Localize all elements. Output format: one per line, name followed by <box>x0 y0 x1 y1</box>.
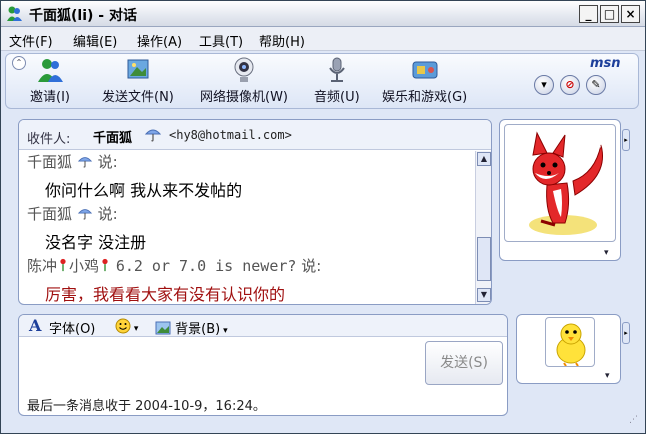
to-bar: 收件人: 千面狐 <hy8@hotmail.com> <box>19 120 491 150</box>
maximize-button[interactable]: □ <box>600 5 619 23</box>
scroll-up-button[interactable]: ▲ <box>477 152 491 166</box>
webcam-icon <box>234 57 254 82</box>
message-text: 没名字 没注册 <box>45 233 147 252</box>
msn-logo: msn <box>590 56 621 71</box>
umbrella-emoticon-icon <box>77 157 92 168</box>
message-speaker: 千面狐 说: <box>27 203 118 224</box>
background-label: 背景(B) <box>175 322 221 337</box>
to-name: 千面狐 <box>93 131 133 146</box>
webcam-button[interactable]: 网络摄像机(W) <box>200 56 288 105</box>
says-label: 说: <box>301 257 322 275</box>
minimize-button[interactable]: _ <box>579 5 598 23</box>
font-icon[interactable]: A <box>29 316 41 335</box>
rose-emoticon-icon <box>102 258 108 272</box>
chevron-down-icon: ▾ <box>220 326 228 336</box>
font-button[interactable]: 字体(O) <box>49 318 95 337</box>
chevron-down-icon: ▾ <box>131 324 139 334</box>
msn-buddy-icon <box>7 6 22 21</box>
status-text: 最后一条消息收于 2004-10-9，16:24。 <box>27 399 266 414</box>
toolbar-dropdown-button[interactable]: ▾ <box>534 75 554 95</box>
speaker-name-part: 6.2 or 7.0 is newer? <box>115 257 297 275</box>
smiley-icon <box>115 318 131 334</box>
invite-label: 邀请(I) <box>30 90 70 105</box>
games-icon <box>412 61 438 79</box>
collapse-my-avatar-arrow[interactable]: ▸ <box>622 322 630 344</box>
umbrella-emoticon-icon <box>77 209 92 220</box>
games-button[interactable]: 娱乐和游戏(G) <box>382 56 467 105</box>
speaker-name: 陈冲 <box>27 257 58 275</box>
menu-bar: 文件(F) 编辑(E) 操作(A) 工具(T) 帮助(H) <box>1 27 645 51</box>
speaker-name: 千面狐 <box>27 205 73 223</box>
contact-avatar[interactable] <box>504 124 616 242</box>
menu-actions[interactable]: 操作(A) <box>137 31 182 50</box>
rose-emoticon-icon <box>60 258 66 272</box>
menu-help[interactable]: 帮助(H) <box>259 31 305 50</box>
conversation-panel: 收件人: 千面狐 <hy8@hotmail.com> 千面狐 说: 你问什么啊 … <box>18 119 492 305</box>
contact-avatar-panel: ▾ <box>499 119 621 261</box>
toolbar: ⌃ 邀请(I) 发送文件(N) 网络摄像机(W) 音频(U) 娱乐和游戏(G) … <box>5 53 639 109</box>
message-text: 你问什么啊 我从来不发帖的 <box>45 181 243 200</box>
message-speaker: 陈冲 小鸡 6.2 or 7.0 is newer? 说: <box>27 255 321 276</box>
background-picture-icon <box>155 321 171 335</box>
send-file-icon <box>127 59 149 79</box>
block-button[interactable]: ⊘ <box>560 75 580 95</box>
compose-panel: A 字体(O) ▾ 背景(B) ▾ 发送(S) 最后一条消息收于 2004-10… <box>18 314 508 416</box>
send-button[interactable]: 发送(S) <box>425 341 503 385</box>
chevron-down-icon[interactable]: ▾ <box>604 248 609 258</box>
audio-label: 音频(U) <box>314 90 360 105</box>
message-scrollbar[interactable]: ▲ ▼ <box>475 151 491 304</box>
speaker-name-part: 小鸡 <box>69 257 100 275</box>
message-text: 厉害，我看看大家有没有认识你的 <box>45 285 286 304</box>
says-label: 说: <box>97 153 118 171</box>
background-button[interactable]: 背景(B) ▾ <box>155 318 228 337</box>
audio-button[interactable]: 音频(U) <box>314 56 360 105</box>
speaker-name: 千面狐 <box>27 153 73 171</box>
message-speaker: 千面狐 说: <box>27 151 118 172</box>
to-label: 收件人: <box>27 132 71 147</box>
message-input[interactable] <box>21 339 421 389</box>
invite-people-icon <box>37 59 63 82</box>
menu-edit[interactable]: 编辑(E) <box>73 31 117 50</box>
send-file-button[interactable]: 发送文件(N) <box>102 56 174 105</box>
scroll-down-button[interactable]: ▼ <box>477 288 491 302</box>
toolbar-collapse-button[interactable]: ⌃ <box>12 56 26 70</box>
message-history[interactable]: 千面狐 说: 你问什么啊 我从来不发帖的 千面狐 说: 没名字 没注册 陈冲 小鸡… <box>19 151 475 304</box>
scroll-thumb[interactable] <box>477 237 491 281</box>
my-avatar-panel: ▾ <box>516 314 621 384</box>
paint-button[interactable]: ✎ <box>586 75 606 95</box>
title-bar[interactable]: 千面狐(li) - 对话 _ □ × <box>1 1 645 27</box>
send-file-label: 发送文件(N) <box>102 90 174 105</box>
webcam-label: 网络摄像机(W) <box>200 90 288 105</box>
conversation-window: 千面狐(li) - 对话 _ □ × 文件(F) 编辑(E) 操作(A) 工具(… <box>0 0 646 434</box>
games-label: 娱乐和游戏(G) <box>382 90 468 105</box>
emoticon-button[interactable]: ▾ <box>115 318 138 335</box>
collapse-avatar-arrow[interactable]: ▸ <box>622 129 630 151</box>
chick-avatar-icon <box>556 323 586 366</box>
my-avatar[interactable] <box>545 317 595 367</box>
menu-tools[interactable]: 工具(T) <box>199 31 243 50</box>
resize-grip-icon[interactable]: ⋰ <box>629 415 643 429</box>
says-label: 说: <box>97 205 118 223</box>
fox-avatar-icon <box>529 131 603 235</box>
window-title: 千面狐(li) - 对话 <box>29 8 137 24</box>
umbrella-emoticon-icon <box>145 129 161 142</box>
close-button[interactable]: × <box>621 5 640 23</box>
menu-file[interactable]: 文件(F) <box>9 31 53 50</box>
format-bar: A 字体(O) ▾ 背景(B) ▾ <box>19 315 507 337</box>
chevron-down-icon[interactable]: ▾ <box>605 371 610 381</box>
microphone-icon <box>329 57 345 82</box>
invite-button[interactable]: 邀请(I) <box>30 56 70 105</box>
to-email: <hy8@hotmail.com> <box>169 128 292 142</box>
